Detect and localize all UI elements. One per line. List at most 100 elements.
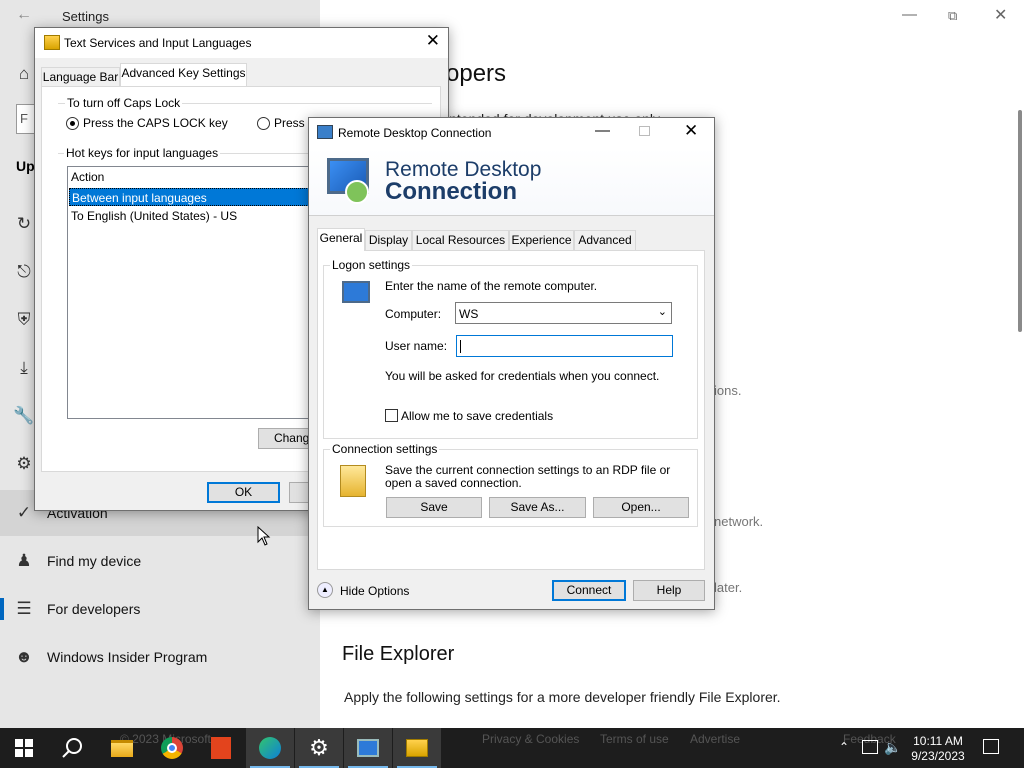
home-icon[interactable]: ⌂ — [14, 64, 34, 84]
file-explorer-description: Apply the following settings for a more … — [344, 689, 781, 705]
edge-icon — [259, 737, 281, 759]
allow-save-label[interactable]: Allow me to save credentials — [401, 409, 553, 423]
developer-tools-icon: ☰ — [16, 599, 32, 618]
taskbar-office[interactable] — [197, 728, 245, 768]
system-clock[interactable]: 10:11 AM 9/23/2023 — [908, 734, 968, 764]
hide-options-link[interactable]: Hide Options — [340, 584, 409, 598]
tab-advanced[interactable]: Advanced — [574, 230, 636, 250]
caps-lock-label: To turn off Caps Lock — [65, 96, 183, 110]
remote-desktop-icon — [317, 125, 333, 139]
shift-radio[interactable] — [257, 117, 270, 130]
footer-terms: Terms of use — [600, 732, 669, 746]
taskbar-settings[interactable]: ⚙ — [295, 728, 343, 768]
enter-name-text: Enter the name of the remote computer. — [385, 279, 598, 293]
close-icon[interactable]: ✕ — [426, 31, 440, 51]
action-cell: Between input languages — [72, 191, 207, 205]
chrome-icon — [161, 737, 183, 759]
sidebar-item-for-developers[interactable]: For developers — [47, 601, 140, 617]
setting-desc-1: ions. — [714, 383, 742, 398]
chevron-down-icon[interactable]: ⌄ — [658, 305, 667, 318]
file-explorer-icon — [111, 739, 133, 757]
hotkeys-label: Hot keys for input languages — [64, 146, 221, 160]
sidebar-item-windows-insider[interactable]: Windows Insider Program — [47, 649, 207, 665]
taskbar-edge[interactable] — [246, 728, 294, 768]
computer-combobox[interactable]: WS ⌄ — [455, 302, 672, 324]
taskbar-remote-desktop[interactable] — [344, 728, 392, 768]
footer-privacy: Privacy & Cookies — [482, 732, 580, 746]
remote-desktop-dialog: Remote Desktop Connection — ✕ Remote Des… — [308, 117, 715, 610]
action-center-icon[interactable] — [983, 739, 999, 754]
scrollbar-thumb[interactable] — [1018, 110, 1022, 332]
settings-title: Settings — [62, 9, 109, 24]
back-arrow-icon[interactable]: ← — [16, 6, 32, 24]
text-cursor — [460, 340, 461, 353]
hotkeys-listview[interactable]: Action Between input languages To Englis… — [67, 166, 333, 419]
table-row[interactable]: Between input languages — [69, 188, 333, 206]
tab-local-resources[interactable]: Local Resources — [412, 230, 509, 250]
folder-icon — [340, 465, 366, 497]
close-icon[interactable]: ✕ — [994, 5, 1007, 25]
shield-icon[interactable]: ⛨ — [14, 310, 34, 330]
banner-title-line2: Connection — [385, 178, 517, 205]
logon-settings-label: Logon settings — [330, 258, 413, 272]
upload-icon[interactable]: ⤓ — [14, 358, 34, 378]
connect-button[interactable]: Connect — [552, 580, 626, 601]
ok-button[interactable]: OK — [207, 482, 280, 503]
tab-experience[interactable]: Experience — [509, 230, 574, 250]
footer-advertise: Advertise — [690, 732, 741, 746]
minimize-icon[interactable]: — — [595, 122, 610, 139]
save-as-button[interactable]: Save As... — [489, 497, 586, 518]
help-button[interactable]: Help — [633, 580, 705, 601]
rdc-title: Remote Desktop Connection — [338, 126, 492, 140]
computer-label: Computer: — [385, 307, 442, 321]
sidebar-item-find-my-device[interactable]: Find my device — [47, 553, 141, 569]
refresh-icon[interactable]: ↻ — [14, 214, 34, 234]
volume-muted-icon[interactable]: 🔈 — [884, 739, 901, 756]
chevron-up-icon[interactable]: ⌃ — [839, 740, 849, 754]
action-column-header[interactable]: Action — [71, 170, 104, 184]
tab-advanced-key-settings[interactable]: Advanced Key Settings — [120, 63, 247, 86]
text-services-title: Text Services and Input Languages — [64, 36, 252, 50]
taskbar-text-services[interactable] — [393, 728, 441, 768]
person-pin-icon: ♟ — [16, 551, 32, 570]
taskbar-file-explorer[interactable] — [98, 728, 146, 768]
close-icon[interactable]: ✕ — [684, 121, 698, 141]
tab-language-bar[interactable]: Language Bar — [41, 67, 120, 87]
rdc-banner: Remote Desktop Connection — [309, 148, 714, 216]
caps-lock-radio-label[interactable]: Press the CAPS LOCK key — [83, 116, 228, 130]
chevron-up-icon[interactable]: ▲ — [317, 582, 333, 598]
rdc-titlebar: Remote Desktop Connection — ✕ — [309, 118, 714, 148]
allow-save-checkbox[interactable] — [385, 409, 398, 422]
selected-indicator — [0, 598, 4, 620]
taskbar-search-button[interactable] — [48, 728, 96, 768]
cancel-button[interactable] — [289, 482, 309, 503]
recovery-icon[interactable]: ⚙ — [14, 454, 34, 474]
network-icon[interactable] — [862, 740, 878, 754]
open-button[interactable]: Open... — [593, 497, 689, 518]
mouse-cursor-icon — [257, 526, 271, 546]
taskbar-chrome[interactable] — [148, 728, 196, 768]
credentials-note: You will be asked for credentials when y… — [385, 369, 660, 383]
clock-date: 9/23/2023 — [911, 749, 965, 763]
start-button[interactable] — [0, 728, 48, 768]
clock-time: 10:11 AM — [913, 734, 963, 748]
table-row[interactable]: To English (United States) - US — [71, 209, 237, 223]
insider-cat-icon: ☻ — [15, 647, 33, 666]
page-title: opers — [446, 60, 507, 87]
computer-icon — [342, 281, 370, 303]
tab-general[interactable]: General — [317, 228, 365, 251]
username-input[interactable] — [456, 335, 673, 357]
remote-desktop-icon — [357, 739, 379, 757]
maximize-icon — [639, 126, 650, 136]
username-label: User name: — [385, 339, 448, 353]
caps-lock-radio[interactable] — [66, 117, 79, 130]
connection-description: Save the current connection settings to … — [385, 463, 671, 490]
minimize-icon[interactable]: — — [902, 6, 917, 23]
setting-desc-3: later. — [714, 580, 743, 595]
backup-icon[interactable]: ⎋ — [14, 262, 34, 282]
connection-arrow-icon — [345, 180, 369, 204]
tab-display[interactable]: Display — [365, 230, 412, 250]
restore-icon[interactable]: ⧉ — [948, 8, 957, 24]
save-button[interactable]: Save — [386, 497, 482, 518]
wrench-icon[interactable]: 🔧 — [13, 406, 34, 426]
